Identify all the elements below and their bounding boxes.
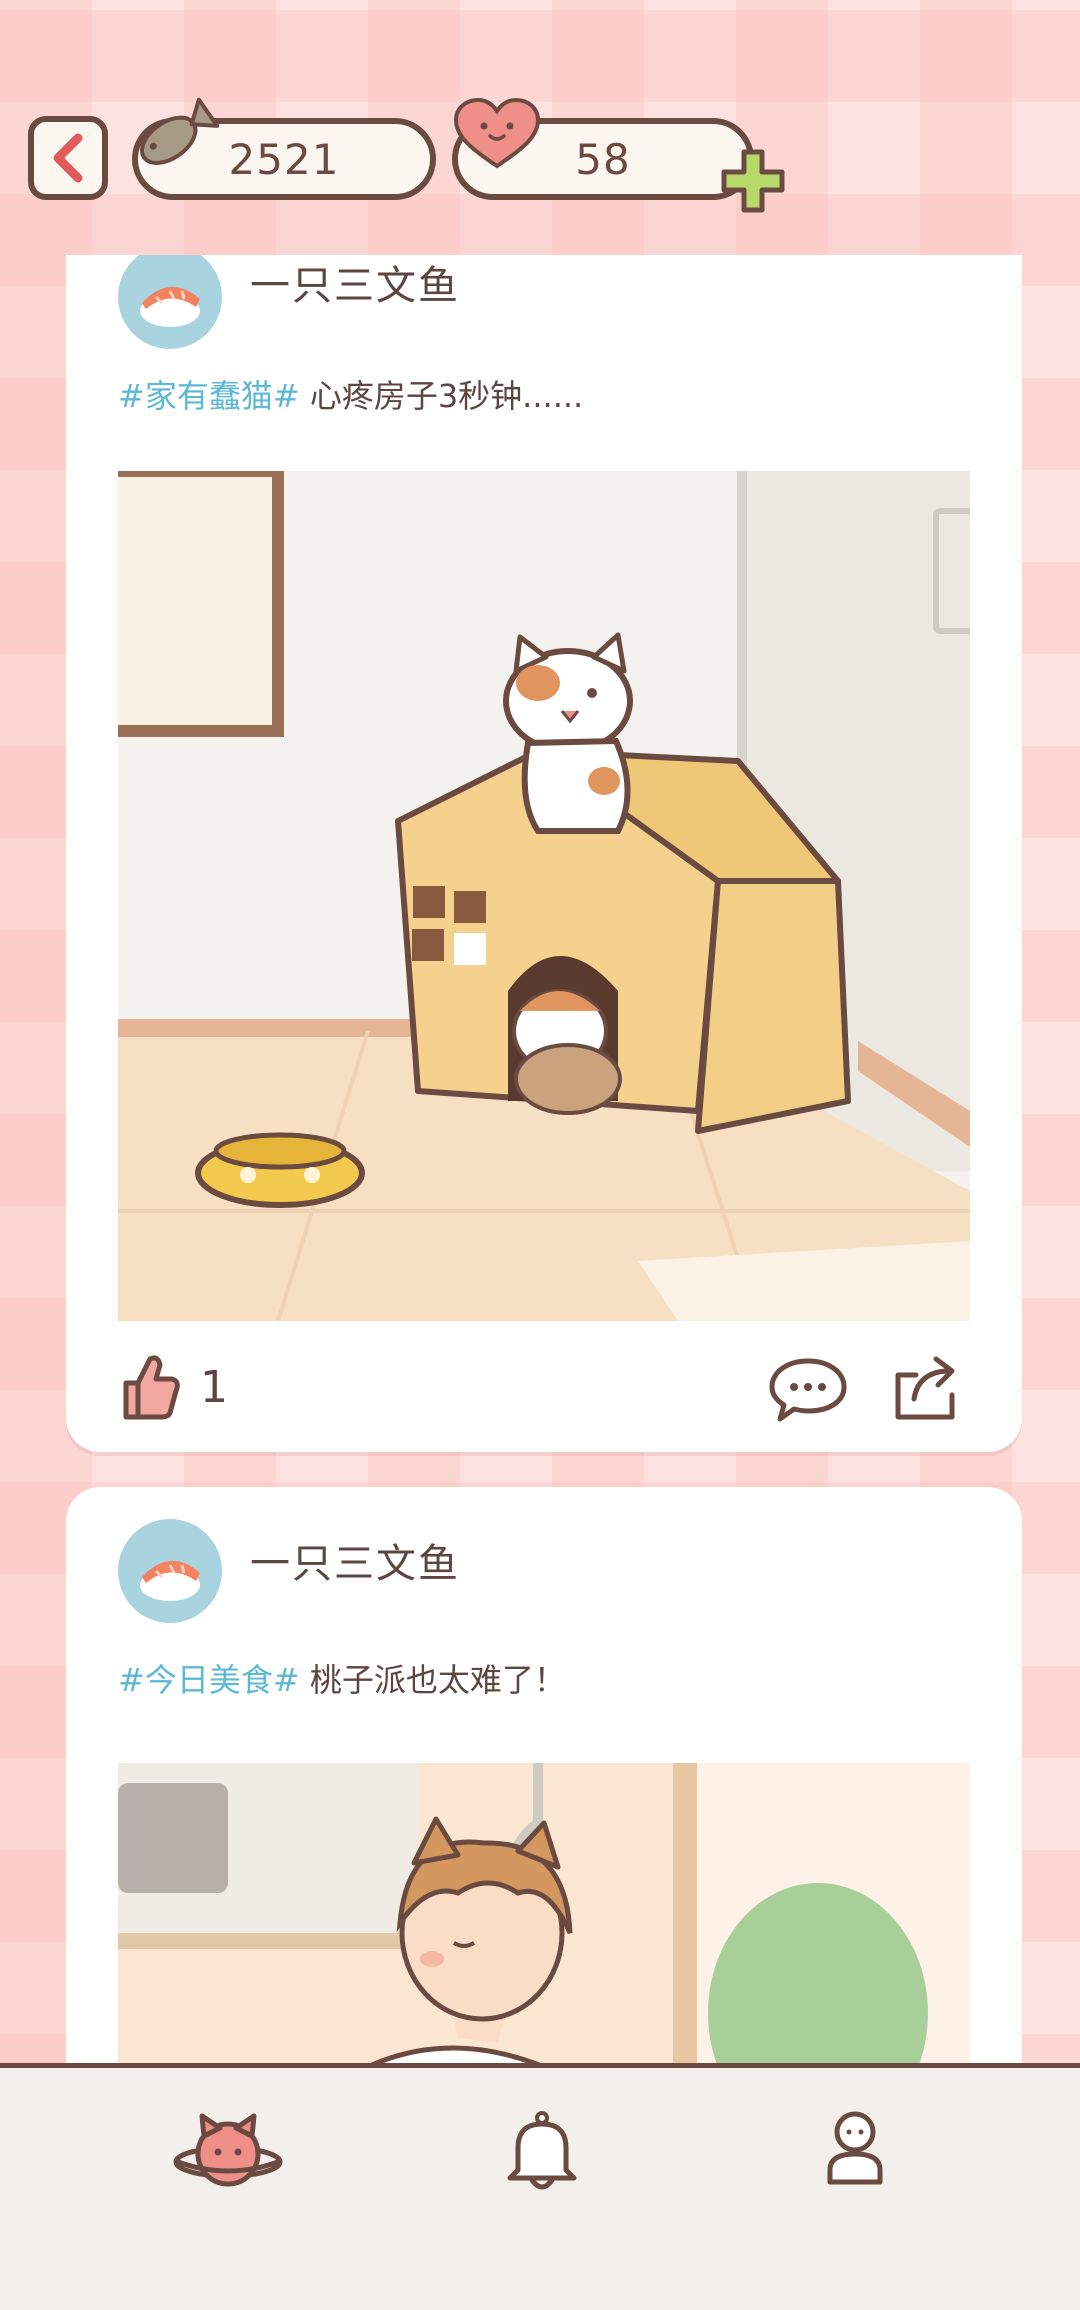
post-caption: #今日美食# 桃子派也太难了！ xyxy=(118,1655,566,1701)
heart-count: 58 xyxy=(575,134,631,184)
salmon-sushi-icon xyxy=(140,286,200,327)
comment-icon xyxy=(769,1358,847,1422)
post-actions: 1 xyxy=(118,1351,970,1431)
chevron-left-icon xyxy=(53,133,83,183)
author-avatar[interactable] xyxy=(118,255,222,349)
cats-house-illustration xyxy=(118,471,970,1321)
hashtag-link[interactable]: #家有蠢猫# xyxy=(118,377,300,415)
thumbs-up-icon xyxy=(123,1355,180,1420)
caption-text: 桃子派也太难了！ xyxy=(299,1661,566,1699)
fish-count: 2521 xyxy=(228,134,340,184)
post-caption: #家有蠢猫# 心疼房子3秒钟...... xyxy=(118,371,583,417)
back-button[interactable] xyxy=(28,116,108,200)
post-feed[interactable]: 一只三文鱼 #家有蠢猫# 心疼房子3秒钟...... 1 一只三文鱼 #今日美食… xyxy=(0,255,1080,2065)
post-image[interactable] xyxy=(118,471,970,1321)
profile-icon xyxy=(827,2111,883,2185)
share-button[interactable] xyxy=(890,1351,964,1429)
bell-icon xyxy=(507,2111,577,2190)
bottom-navigation xyxy=(0,2063,1080,2310)
post-card: 一只三文鱼 #今日美食# 桃子派也太难了！ xyxy=(66,1487,1022,2065)
fish-icon xyxy=(140,97,220,165)
author-name[interactable]: 一只三文鱼 xyxy=(250,255,460,311)
like-count: 1 xyxy=(200,1361,228,1413)
salmon-sushi-icon xyxy=(140,1560,200,1601)
author-avatar[interactable] xyxy=(118,1519,222,1623)
post-image[interactable] xyxy=(118,1763,970,2065)
cat-boy-kitchen-illustration xyxy=(118,1763,970,2065)
nav-notifications[interactable] xyxy=(502,2108,582,2200)
nav-home[interactable] xyxy=(172,2108,284,2202)
comment-button[interactable] xyxy=(768,1355,850,1429)
hashtag-link[interactable]: #今日美食# xyxy=(118,1661,300,1699)
plus-icon[interactable] xyxy=(718,146,788,216)
cat-planet-icon xyxy=(173,2113,283,2187)
share-icon xyxy=(895,1356,955,1420)
like-button[interactable]: 1 xyxy=(118,1351,228,1423)
heart-face-icon xyxy=(453,97,541,169)
nav-profile[interactable] xyxy=(822,2108,888,2192)
post-card: 一只三文鱼 #家有蠢猫# 心疼房子3秒钟...... 1 xyxy=(66,255,1022,1452)
caption-text: 心疼房子3秒钟...... xyxy=(299,377,584,415)
author-name[interactable]: 一只三文鱼 xyxy=(250,1531,460,1589)
top-bar: 2521 58 xyxy=(0,0,1080,250)
